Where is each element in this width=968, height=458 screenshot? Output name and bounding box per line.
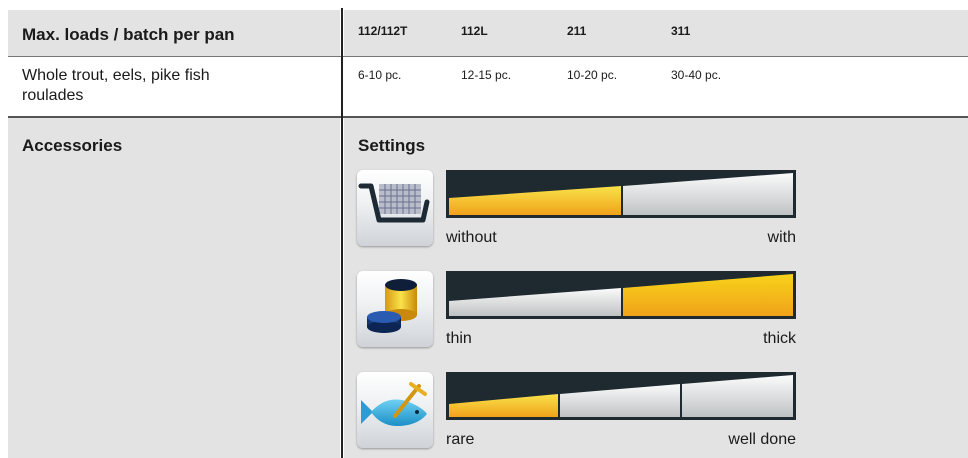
column-divider — [341, 8, 343, 458]
column-header-311: 311 — [671, 24, 691, 38]
doneness-left-label: rare — [446, 431, 475, 448]
column-header-112-112t: 112/112T — [358, 24, 408, 38]
row-label-line-2: roulades — [22, 87, 84, 104]
thickness-left-label: thin — [446, 330, 472, 347]
column-header-211: 211 — [567, 24, 587, 38]
thickness-setting-bar — [446, 271, 796, 319]
basket-setting-bar — [446, 170, 796, 218]
doneness-right-label: well done — [728, 431, 796, 448]
doneness-setting-bar — [446, 372, 796, 420]
basket-icon — [357, 170, 433, 246]
value-311: 30-40 pc. — [671, 68, 722, 82]
row-label-line-1: Whole trout, eels, pike fish — [22, 67, 210, 84]
basket-right-label: with — [767, 229, 796, 246]
max-loads-heading: Max. loads / batch per pan — [22, 25, 235, 44]
settings-heading: Settings — [358, 136, 426, 155]
value-211: 10-20 pc. — [567, 68, 618, 82]
row-divider — [8, 56, 968, 57]
value-112l: 12-15 pc. — [461, 68, 512, 82]
layer-thickness-icon — [357, 271, 433, 347]
accessories-heading: Accessories — [22, 136, 123, 155]
header-right-cell — [344, 10, 968, 56]
row-label: Whole trout, eels, pike fish roulades — [22, 66, 210, 106]
cooking-guide-page: Max. loads / batch per pan 112/112T 112L… — [0, 0, 968, 458]
column-header-112l: 112L — [461, 24, 488, 38]
value-112-112t: 6-10 pc. — [358, 68, 402, 82]
thickness-right-label: thick — [763, 330, 796, 347]
basket-left-label: without — [446, 229, 497, 246]
accessories-cell — [8, 118, 340, 458]
fish-probe-icon — [357, 372, 433, 448]
